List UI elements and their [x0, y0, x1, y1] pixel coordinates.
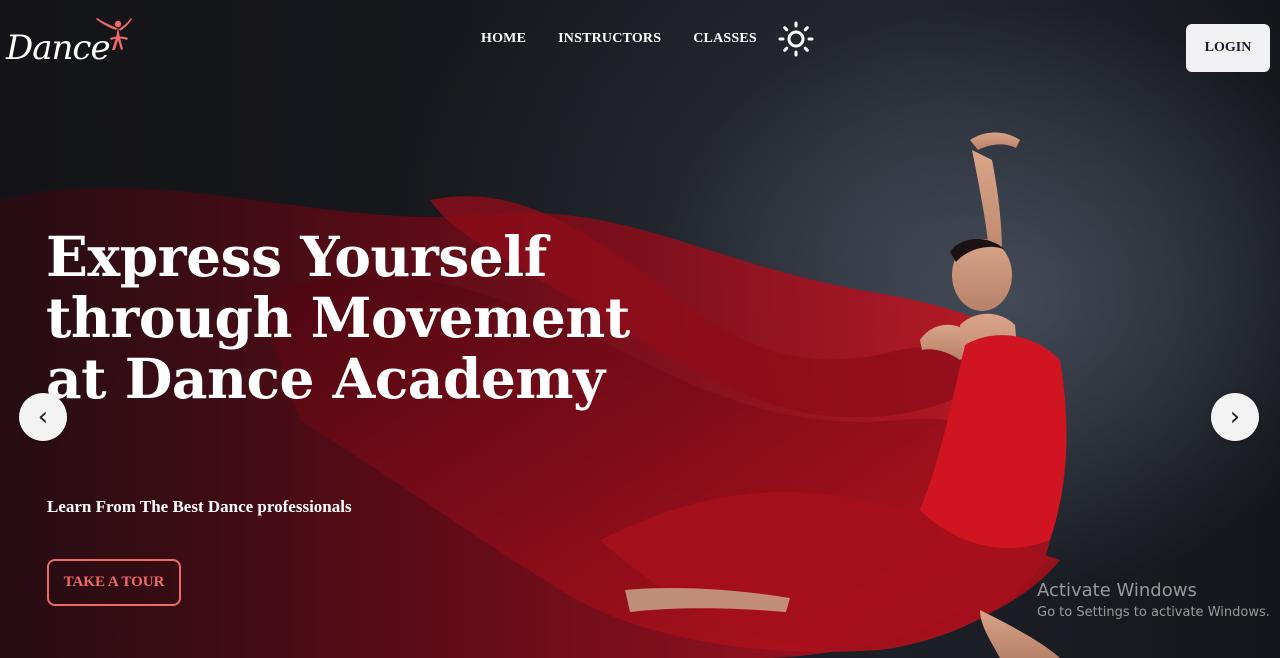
navbar: Dance HOME INSTRUCTORS CLASSES LOGIN	[0, 0, 1280, 90]
carousel-next-button[interactable]: ›	[1211, 393, 1259, 441]
dance-logo[interactable]: Dance	[6, 12, 136, 70]
chevron-right-icon: ›	[1229, 402, 1241, 432]
chevron-left-icon: ‹	[37, 402, 49, 432]
nav-classes[interactable]: CLASSES	[693, 31, 757, 47]
take-a-tour-button[interactable]: TAKE A TOUR	[47, 559, 181, 606]
nav-home[interactable]: HOME	[481, 31, 526, 47]
watermark-subtitle: Go to Settings to activate Windows.	[1037, 605, 1270, 620]
carousel-prev-button[interactable]: ‹	[19, 393, 67, 441]
nav-instructors[interactable]: INSTRUCTORS	[558, 31, 661, 47]
login-button[interactable]: LOGIN	[1186, 24, 1270, 72]
sun-icon[interactable]	[778, 21, 814, 57]
ballerina-icon	[96, 18, 132, 50]
main-nav: HOME INSTRUCTORS CLASSES	[481, 31, 789, 47]
hero-subtitle: Learn From The Best Dance professionals	[47, 497, 352, 516]
activation-watermark: Activate Windows Go to Settings to activ…	[1037, 580, 1270, 620]
hero-title: Express Yourself through Movement at Dan…	[46, 224, 630, 411]
watermark-title: Activate Windows	[1037, 580, 1197, 601]
